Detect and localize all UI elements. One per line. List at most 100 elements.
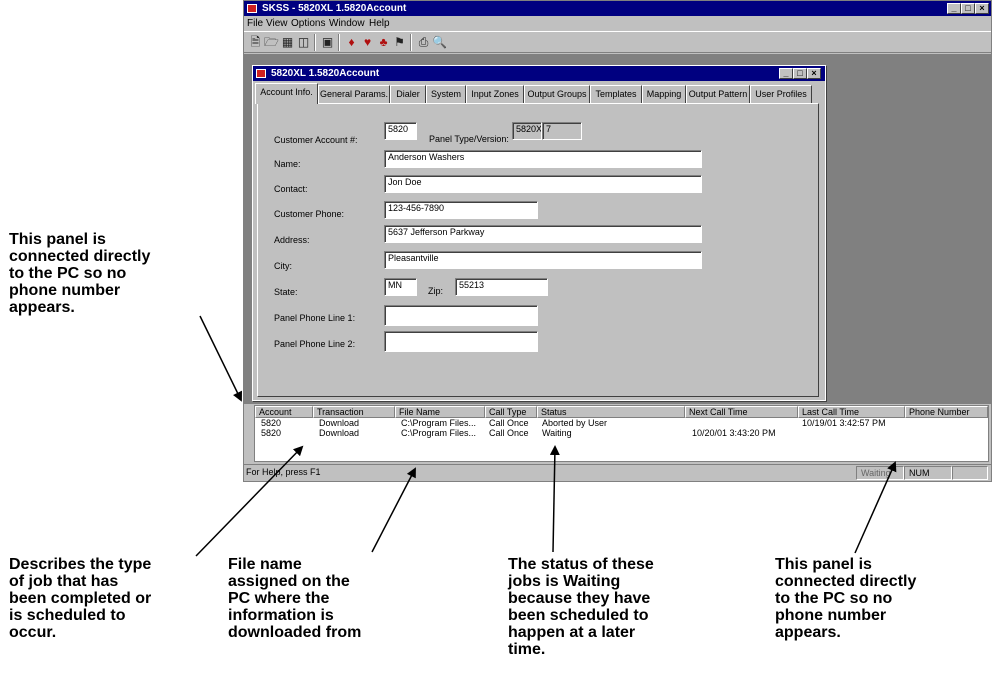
panel-phone2-field[interactable] bbox=[384, 331, 538, 352]
panel-phone1-field[interactable] bbox=[384, 305, 538, 326]
panel-type-field: 5820XL bbox=[512, 122, 542, 140]
menu-window[interactable]: Window bbox=[329, 17, 365, 30]
table-row-2-transaction[interactable]: Download bbox=[319, 428, 359, 438]
child-titlebar[interactable]: 5820XL 1.5820Account _ □ × bbox=[253, 66, 825, 81]
minimize-button[interactable]: _ bbox=[947, 3, 961, 14]
customer-account-label: Customer Account #: bbox=[274, 135, 358, 145]
column-header-status[interactable]: Status bbox=[537, 406, 685, 418]
table-row-2-next-call[interactable]: 10/20/01 3:43:20 PM bbox=[692, 428, 776, 438]
child-close-button[interactable]: × bbox=[807, 68, 821, 79]
column-header-call-type[interactable]: Call Type bbox=[485, 406, 537, 418]
column-header-next-call-time[interactable]: Next Call Time bbox=[685, 406, 798, 418]
close-button[interactable]: × bbox=[975, 3, 989, 14]
app-window: SKSS - 5820XL 1.5820Account _ □ × File V… bbox=[243, 0, 992, 482]
properties-icon[interactable]: ◫ bbox=[296, 35, 311, 50]
zip-label: Zip: bbox=[428, 286, 444, 296]
menu-options[interactable]: Options bbox=[291, 17, 325, 30]
contact-field[interactable]: Jon Doe bbox=[384, 175, 702, 193]
arrow-left-phone bbox=[199, 315, 242, 402]
table-row-2-account[interactable]: 5820 bbox=[261, 428, 281, 438]
toolbar-separator bbox=[338, 34, 340, 51]
table-row-1-last-call[interactable]: 10/19/01 3:42:57 PM bbox=[802, 418, 886, 428]
annotation-right-phone: This panel is connected directly to the … bbox=[775, 556, 917, 641]
menu-view[interactable]: View bbox=[266, 17, 288, 30]
print-preview-icon[interactable]: 🔍 bbox=[432, 35, 447, 50]
panel-version-field: 7 bbox=[542, 122, 582, 140]
customer-account-field[interactable]: 5820 bbox=[384, 122, 417, 140]
tab-output-groups[interactable]: Output Groups bbox=[524, 85, 590, 103]
column-header-file-name[interactable]: File Name bbox=[395, 406, 485, 418]
table-row-2-file-name[interactable]: C:\Program Files... bbox=[401, 428, 476, 438]
print-icon[interactable]: ⎙ bbox=[416, 35, 431, 50]
table-row-2-call-type[interactable]: Call Once bbox=[489, 428, 529, 438]
save-icon[interactable]: ▣ bbox=[320, 35, 335, 50]
name-field[interactable]: Anderson Washers bbox=[384, 150, 702, 168]
address-label: Address: bbox=[274, 235, 310, 245]
job-list[interactable]: Account Transaction File Name Call Type … bbox=[254, 405, 989, 462]
status-panel-num: NUM bbox=[904, 466, 952, 480]
tab-dialer[interactable]: Dialer bbox=[390, 85, 426, 103]
tab-input-zones[interactable]: Input Zones bbox=[466, 85, 524, 103]
panel-type-label: Panel Type/Version: bbox=[429, 134, 509, 144]
open-folder-icon[interactable]: 🗁 bbox=[264, 35, 279, 50]
city-field[interactable]: Pleasantville bbox=[384, 251, 702, 269]
table-row-1-file-name[interactable]: C:\Program Files... bbox=[401, 418, 476, 428]
status-help-text: For Help, press F1 bbox=[246, 467, 321, 477]
table-row-1-transaction[interactable]: Download bbox=[319, 418, 359, 428]
name-label: Name: bbox=[274, 159, 301, 169]
app-titlebar[interactable]: SKSS - 5820XL 1.5820Account _ □ × bbox=[244, 1, 991, 16]
child-title: 5820XL 1.5820Account bbox=[271, 68, 380, 79]
menu-file[interactable]: File bbox=[247, 17, 263, 30]
child-window-icon bbox=[256, 69, 266, 78]
table-row-2-status[interactable]: Waiting bbox=[542, 428, 572, 438]
annotation-filename: File name assigned on the PC where the i… bbox=[228, 556, 362, 641]
status-panel-empty bbox=[952, 466, 988, 480]
customer-phone-label: Customer Phone: bbox=[274, 209, 345, 219]
annotation-status: The status of these jobs is Waiting beca… bbox=[508, 556, 654, 658]
zip-field[interactable]: 55213 bbox=[455, 278, 548, 296]
annotation-left-phone: This panel is connected directly to the … bbox=[9, 231, 151, 316]
child-maximize-button[interactable]: □ bbox=[793, 68, 807, 79]
toolbar-separator bbox=[410, 34, 412, 51]
contact-label: Contact: bbox=[274, 184, 308, 194]
table-row-1-status[interactable]: Aborted by User bbox=[542, 418, 607, 428]
city-label: City: bbox=[274, 261, 292, 271]
flag-icon[interactable]: ⚑ bbox=[392, 35, 407, 50]
tab-general-params[interactable]: General Params. bbox=[318, 85, 390, 103]
toolbar-separator bbox=[314, 34, 316, 51]
download-icon[interactable]: ♥ bbox=[360, 35, 375, 50]
menu-help[interactable]: Help bbox=[369, 17, 390, 30]
connect-icon[interactable]: ♦ bbox=[344, 35, 359, 50]
table-row-1-account[interactable]: 5820 bbox=[261, 418, 281, 428]
tab-user-profiles[interactable]: User Profiles bbox=[750, 85, 812, 103]
customer-phone-field[interactable]: 123-456-7890 bbox=[384, 201, 538, 219]
database-icon[interactable]: ▦ bbox=[280, 35, 295, 50]
tab-templates[interactable]: Templates bbox=[590, 85, 642, 103]
tab-system[interactable]: System bbox=[426, 85, 466, 103]
table-row-1-call-type[interactable]: Call Once bbox=[489, 418, 529, 428]
toolbar: 🗎 🗁 ▦ ◫ ▣ ♦ ♥ ♣ ⚑ ⎙ 🔍 bbox=[244, 31, 991, 53]
status-bar: For Help, press F1 Waiting NUM bbox=[244, 464, 991, 481]
new-file-icon[interactable]: 🗎 bbox=[248, 35, 263, 50]
menu-bar: File View Options Window Help bbox=[244, 17, 991, 30]
upload-icon[interactable]: ♣ bbox=[376, 35, 391, 50]
column-header-last-call-time[interactable]: Last Call Time bbox=[798, 406, 905, 418]
column-header-transaction[interactable]: Transaction bbox=[313, 406, 395, 418]
status-panel-state: Waiting bbox=[856, 466, 904, 480]
account-child-window: 5820XL 1.5820Account _ □ × Account Info.… bbox=[252, 65, 826, 401]
account-info-panel: Customer Account #: 5820 Panel Type/Vers… bbox=[257, 103, 819, 397]
tab-output-pattern[interactable]: Output Pattern bbox=[686, 85, 750, 103]
column-header-phone-number[interactable]: Phone Number bbox=[905, 406, 988, 418]
column-header-account[interactable]: Account bbox=[255, 406, 313, 418]
app-icon bbox=[247, 4, 257, 13]
panel-phone1-label: Panel Phone Line 1: bbox=[274, 313, 356, 323]
app-title: SKSS - 5820XL 1.5820Account bbox=[262, 3, 407, 14]
state-label: State: bbox=[274, 287, 298, 297]
state-field[interactable]: MN bbox=[384, 278, 417, 296]
child-minimize-button[interactable]: _ bbox=[779, 68, 793, 79]
tab-mapping[interactable]: Mapping bbox=[642, 85, 686, 103]
panel-phone2-label: Panel Phone Line 2: bbox=[274, 339, 356, 349]
tab-account-info[interactable]: Account Info. bbox=[255, 83, 318, 104]
maximize-button[interactable]: □ bbox=[961, 3, 975, 14]
address-field[interactable]: 5637 Jefferson Parkway bbox=[384, 225, 702, 243]
